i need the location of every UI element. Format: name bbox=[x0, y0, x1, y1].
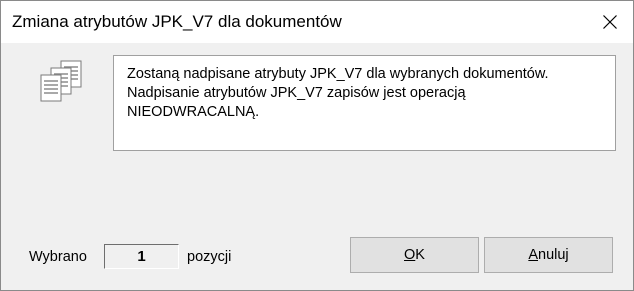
message-line-1: Zostaną nadpisane atrybuty JPK_V7 dla wy… bbox=[127, 66, 549, 82]
close-icon bbox=[603, 15, 617, 29]
ok-label-rest: K bbox=[415, 247, 425, 263]
cancel-accelerator: A bbox=[528, 247, 539, 263]
message-line-2: Nadpisanie atrybutów JPK_V7 zapisów jest… bbox=[127, 85, 466, 101]
selected-count-field: 1 bbox=[104, 244, 179, 269]
window-title: Zmiana atrybutów JPK_V7 dla dokumentów bbox=[12, 12, 342, 31]
close-button[interactable] bbox=[587, 1, 633, 43]
message-line-3: NIEODWRACALNĄ. bbox=[127, 104, 260, 120]
dialog-window: Zmiana atrybutów JPK_V7 dla dokumentów Z… bbox=[0, 0, 634, 291]
title-bar[interactable]: Zmiana atrybutów JPK_V7 dla dokumentów bbox=[1, 1, 633, 43]
documents-icon bbox=[40, 60, 82, 102]
cancel-label-rest: nuluj bbox=[538, 247, 569, 263]
ok-accelerator: O bbox=[404, 247, 416, 263]
selected-suffix: pozycji bbox=[187, 249, 232, 265]
ok-button[interactable]: OK bbox=[350, 237, 479, 273]
selected-label: Wybrano bbox=[29, 249, 87, 265]
cancel-button[interactable]: Anuluj bbox=[484, 237, 613, 273]
message-box: Zostaną nadpisane atrybuty JPK_V7 dla wy… bbox=[113, 55, 616, 151]
